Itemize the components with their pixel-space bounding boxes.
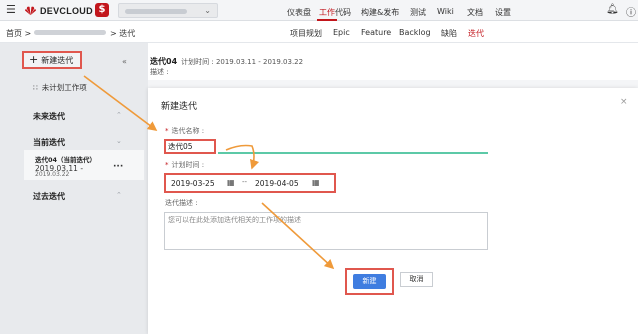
date-separator: -- — [242, 178, 248, 186]
iteration-desc-textarea[interactable]: 您可以在此处添加迭代相关的工作项的描述 — [164, 212, 488, 250]
iteration-desc-label: 迭代描述 : — [165, 199, 198, 207]
collapse-sidebar-icon[interactable]: « — [122, 57, 127, 66]
help-icon[interactable]: ⓘ — [626, 4, 636, 19]
tab-defects[interactable]: 缺陷 — [441, 28, 457, 39]
nav-settings[interactable]: 设置 — [495, 7, 511, 18]
cancel-button[interactable]: 取消 — [400, 272, 433, 287]
dialog-title: 新建迭代 — [161, 102, 198, 112]
start-date-input[interactable]: 2019-03-25 — [171, 178, 215, 190]
plan-time-label: * 计划时间 : — [165, 160, 204, 170]
nav-docs[interactable]: 文档 — [467, 7, 483, 18]
calendar-icon[interactable]: ▦ — [312, 178, 320, 187]
iteration-name-input[interactable]: 迭代05 — [164, 139, 216, 154]
calendar-icon[interactable]: ▦ — [227, 178, 235, 187]
required-mark: * — [165, 161, 169, 169]
sidebar-item-unplanned[interactable]: ∷ 未计划工作项 — [33, 82, 87, 93]
new-iteration-button[interactable]: + 新建迭代 — [22, 51, 82, 69]
chevron-down-icon: ⌄ — [204, 6, 211, 15]
close-icon[interactable]: × — [620, 97, 628, 107]
input-focus-underline — [218, 152, 488, 154]
current-iteration-title: 迭代04（当前迭代） — [35, 156, 97, 164]
breadcrumb-project-blurred — [34, 30, 106, 35]
create-button-highlight: 新建 — [345, 268, 394, 295]
unplanned-label: 未计划工作项 — [41, 83, 87, 92]
new-iteration-dialog — [148, 88, 638, 334]
nav-test[interactable]: 测试 — [410, 7, 426, 18]
bell-icon[interactable]: 🔔︎ — [606, 4, 619, 15]
tab-iterations[interactable]: 迭代 — [468, 28, 484, 39]
brand-name: DEVCLOUD — [40, 6, 93, 16]
current-iteration-item[interactable]: 迭代04（当前迭代） 2019.03.11 - 2019.03.22 ··· — [24, 150, 144, 180]
nav-dashboard[interactable]: 仪表盘 — [287, 7, 311, 18]
chevron-down-icon[interactable]: ⌄ — [116, 137, 122, 145]
create-button[interactable]: 新建 — [353, 274, 386, 289]
tab-feature[interactable]: Feature — [361, 28, 391, 37]
project-select[interactable]: ⌄ — [118, 3, 218, 18]
nav-work[interactable]: 工作 — [319, 7, 335, 18]
more-icon[interactable]: ··· — [113, 162, 123, 172]
tab-project-planning[interactable]: 项目规划 — [290, 28, 322, 39]
chevron-up-icon[interactable]: ⌃ — [116, 111, 122, 119]
hamburger-icon[interactable]: ☰ — [6, 4, 16, 16]
new-iteration-label: 新建迭代 — [41, 56, 74, 65]
required-mark: * — [165, 127, 169, 135]
breadcrumb-home[interactable]: 首页 > — [6, 28, 31, 39]
plus-icon: + — [29, 53, 39, 66]
tab-backlog[interactable]: Backlog — [399, 28, 431, 37]
top-bar: ☰ DEVCLOUD $ ⌄ 仪表盘 工作 代码 构建&发布 测试 Wiki 文… — [0, 0, 638, 21]
nav-code[interactable]: 代码 — [335, 7, 351, 18]
sub-bar: 首页 > > 迭代 项目规划 Epic Feature Backlog 缺陷 迭… — [0, 21, 638, 43]
iteration-header: 迭代04 计划时间 : 2019.03.11 - 2019.03.22 描述 : — [150, 56, 304, 76]
date-range-picker: 2019-03-25 ▦ -- 2019-04-05 ▦ — [164, 173, 336, 193]
chevron-up-icon[interactable]: ⌃ — [116, 191, 122, 199]
plan-time-label-text: 计划时间 : — [171, 161, 205, 169]
end-date-input[interactable]: 2019-04-05 — [255, 178, 299, 190]
iteration-name: 迭代04 — [150, 57, 178, 66]
iteration-name-label-text: 迭代名称 : — [171, 127, 205, 135]
nav-build-release[interactable]: 构建&发布 — [361, 7, 399, 18]
section-future[interactable]: 未来迭代 — [33, 111, 65, 122]
brand-logo[interactable]: DEVCLOUD — [25, 5, 93, 16]
iteration-desc-label: 描述 : — [150, 68, 169, 76]
tab-epic[interactable]: Epic — [333, 28, 350, 37]
section-current[interactable]: 当前迭代 — [33, 137, 65, 148]
project-badge[interactable]: $ — [95, 3, 109, 17]
section-past[interactable]: 过去迭代 — [33, 191, 65, 202]
nav-wiki[interactable]: Wiki — [437, 7, 454, 16]
iteration-name-label: * 迭代名称 : — [165, 126, 204, 136]
project-name-blurred — [125, 9, 187, 14]
iteration-plan-time: 计划时间 : 2019.03.11 - 2019.03.22 — [181, 58, 304, 66]
huawei-logo-icon — [25, 6, 36, 16]
breadcrumb-current: > 迭代 — [110, 29, 136, 38]
grid-icon: ∷ — [33, 83, 38, 92]
current-iteration-end: 2019.03.22 — [35, 171, 70, 178]
